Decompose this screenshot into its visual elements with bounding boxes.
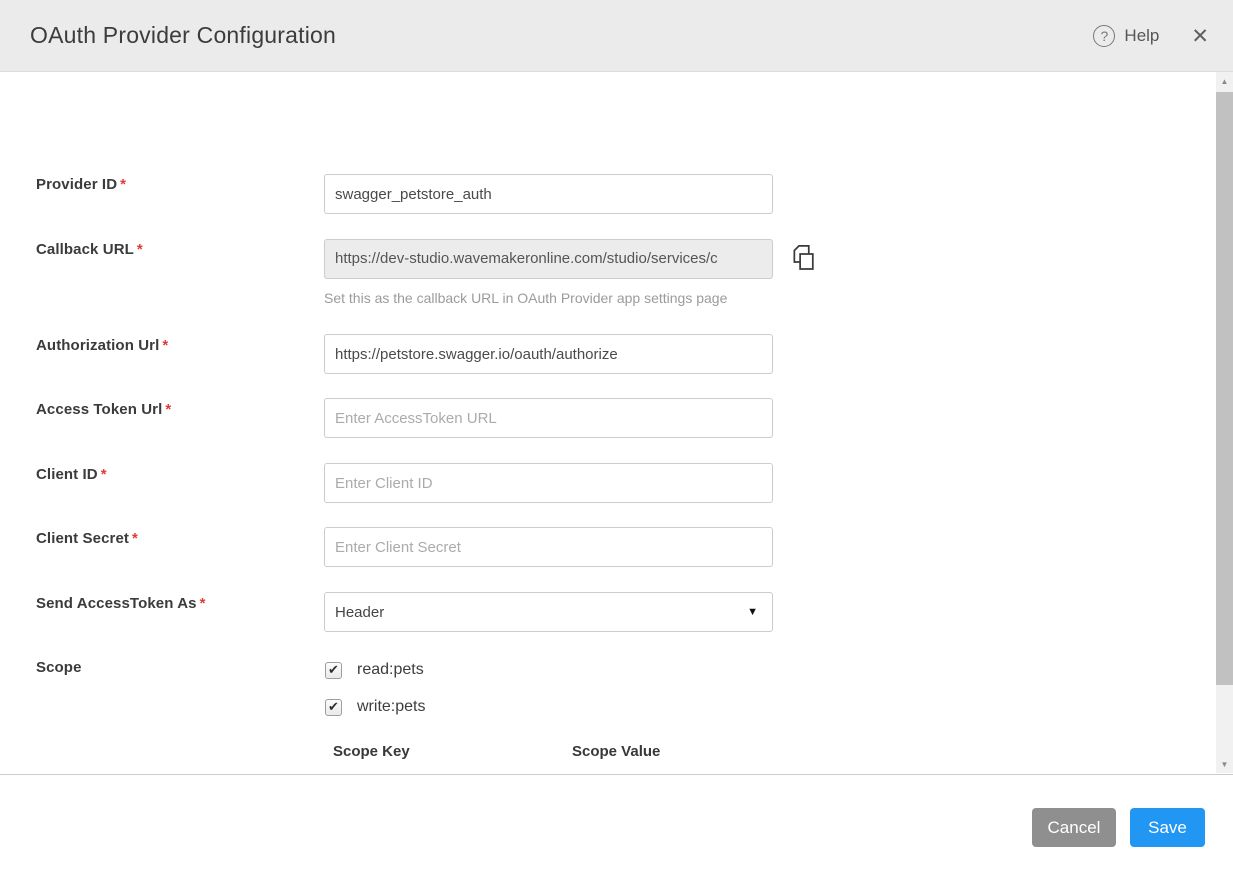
client-id-input[interactable]: [324, 463, 773, 503]
scope-key-header: Scope Key: [333, 743, 410, 760]
access-token-url-input[interactable]: [324, 398, 773, 438]
provider-id-label: Provider ID*: [36, 176, 316, 193]
authorization-url-input[interactable]: [324, 334, 773, 374]
save-button[interactable]: Save: [1130, 808, 1205, 847]
cancel-button[interactable]: Cancel: [1032, 808, 1116, 847]
provider-id-input[interactable]: [324, 174, 773, 214]
checkbox-read-pets[interactable]: ✔: [325, 662, 342, 679]
checkbox-checked-icon: ✔: [328, 662, 339, 678]
chevron-down-icon: ▼: [747, 606, 758, 618]
checkbox-checked-icon: ✔: [328, 699, 339, 715]
help-button[interactable]: ? Help: [1093, 25, 1159, 47]
checkbox-label: read:pets: [357, 661, 424, 679]
access-token-url-label: Access Token Url*: [36, 401, 316, 418]
authorization-url-label: Authorization Url*: [36, 337, 316, 354]
checkbox-label: write:pets: [357, 698, 425, 716]
send-accesstoken-as-select[interactable]: Header ▼: [324, 592, 773, 632]
scroll-up-icon[interactable]: ▲: [1216, 72, 1233, 90]
send-accesstoken-as-label: Send AccessToken As*: [36, 595, 316, 612]
form-content: Provider ID* Callback URL* https://dev-s…: [0, 72, 1233, 775]
checkbox-write-pets[interactable]: ✔: [325, 699, 342, 716]
client-secret-label: Client Secret*: [36, 530, 316, 547]
close-icon[interactable]: ✕: [1191, 26, 1209, 47]
dialog-header: OAuth Provider Configuration ? Help ✕: [0, 0, 1233, 72]
callback-url-label: Callback URL*: [36, 241, 316, 258]
page-title: OAuth Provider Configuration: [30, 22, 336, 49]
help-icon: ?: [1093, 25, 1115, 47]
client-id-label: Client ID*: [36, 466, 316, 483]
copy-button[interactable]: [788, 243, 818, 275]
scope-option-read-pets: ✔ read:pets: [325, 661, 424, 679]
required-asterisk: *: [120, 176, 126, 193]
help-label: Help: [1124, 26, 1159, 46]
callback-url-input: https://dev-studio.wavemakeronline.com/s…: [324, 239, 773, 279]
required-asterisk: *: [132, 530, 138, 547]
scope-label: Scope: [36, 659, 316, 676]
copy-icon: [789, 243, 817, 273]
scroll-down-icon[interactable]: ▼: [1216, 755, 1233, 773]
select-selected-value: Header: [335, 604, 747, 621]
scope-value-header: Scope Value: [572, 743, 660, 760]
scrollbar-thumb[interactable]: [1216, 92, 1233, 685]
required-asterisk: *: [162, 337, 168, 354]
oauth-provider-config-dialog: OAuth Provider Configuration ? Help ✕ Pr…: [0, 0, 1233, 875]
required-asterisk: *: [137, 241, 143, 258]
client-secret-input[interactable]: [324, 527, 773, 567]
callback-help-text: Set this as the callback URL in OAuth Pr…: [324, 290, 727, 306]
dialog-footer: Cancel Save: [0, 776, 1233, 875]
vertical-scrollbar[interactable]: ▲ ▼: [1216, 72, 1233, 773]
scope-option-write-pets: ✔ write:pets: [325, 698, 425, 716]
required-asterisk: *: [165, 401, 171, 418]
required-asterisk: *: [200, 595, 206, 612]
required-asterisk: *: [101, 466, 107, 483]
